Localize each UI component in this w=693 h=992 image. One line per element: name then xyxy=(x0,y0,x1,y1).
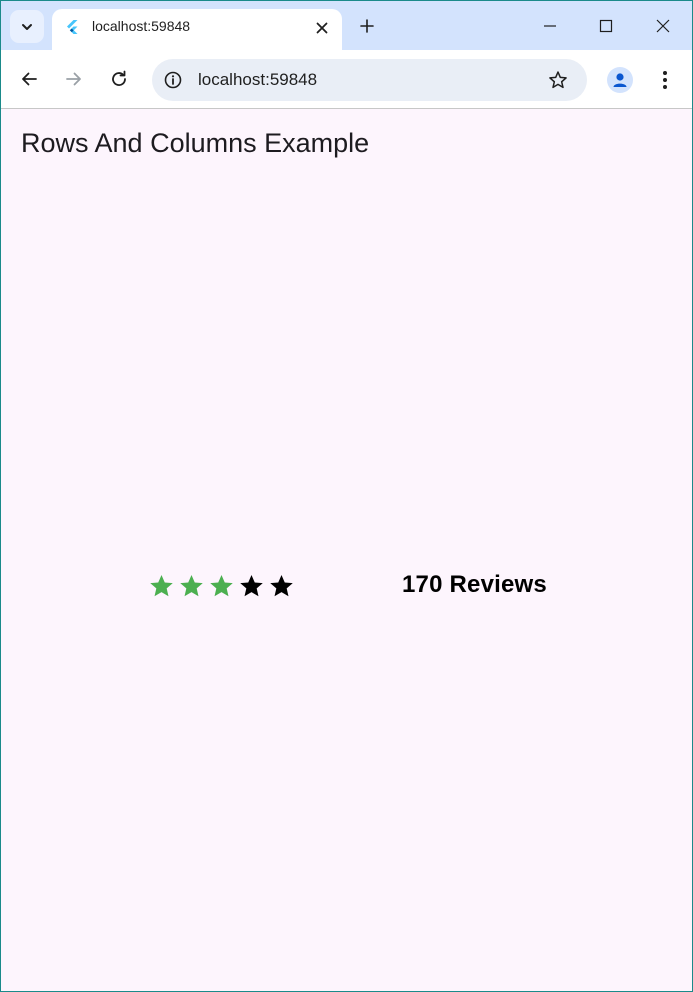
arrow-left-icon xyxy=(22,72,37,86)
tab-strip: localhost:59848 xyxy=(1,1,692,50)
url-text[interactable]: localhost:59848 xyxy=(198,70,317,90)
tab-close-button[interactable] xyxy=(312,18,332,38)
plus-icon xyxy=(360,19,374,33)
forward-button[interactable] xyxy=(60,65,88,93)
star-empty-icon xyxy=(266,571,296,601)
arrow-right-icon xyxy=(66,72,81,86)
back-button[interactable] xyxy=(15,65,43,93)
maximize-icon xyxy=(599,19,613,33)
app-bar-title: Rows And Columns Example xyxy=(21,128,370,158)
browser-window: localhost:59848 localhost:59848 Rows And… xyxy=(0,0,693,992)
star-empty-icon xyxy=(236,571,266,601)
tab-title: localhost:59848 xyxy=(92,18,191,34)
profile-button[interactable] xyxy=(607,67,633,93)
close-window-button[interactable] xyxy=(648,11,678,41)
star-filled-icon xyxy=(146,571,176,601)
browser-toolbar: localhost:59848 xyxy=(1,50,692,109)
kebab-menu-icon xyxy=(663,71,667,89)
bookmark-button[interactable] xyxy=(547,69,569,91)
star-outline-icon xyxy=(549,71,567,89)
star-filled-icon xyxy=(176,571,206,601)
star-filled-icon xyxy=(206,571,236,601)
address-bar[interactable]: localhost:59848 xyxy=(152,59,587,101)
star-rating xyxy=(146,571,296,601)
reload-icon xyxy=(112,70,126,86)
browser-tab[interactable]: localhost:59848 xyxy=(52,9,342,50)
maximize-button[interactable] xyxy=(591,11,621,41)
flutter-icon xyxy=(67,20,78,34)
minimize-icon xyxy=(544,25,556,27)
reload-button[interactable] xyxy=(105,65,133,93)
chevron-down-icon xyxy=(22,23,32,30)
site-info-button[interactable] xyxy=(161,68,185,92)
browser-menu-button[interactable] xyxy=(653,66,677,94)
tab-search-button[interactable] xyxy=(10,10,44,43)
reviews-count: 170 Reviews xyxy=(402,571,547,598)
info-icon xyxy=(164,71,182,89)
close-icon xyxy=(656,19,670,33)
person-icon xyxy=(613,73,627,87)
page-content: Rows And Columns Example 170 Reviews xyxy=(1,109,692,991)
minimize-button[interactable] xyxy=(535,11,565,41)
new-tab-button[interactable] xyxy=(356,15,378,37)
close-icon xyxy=(316,22,328,34)
